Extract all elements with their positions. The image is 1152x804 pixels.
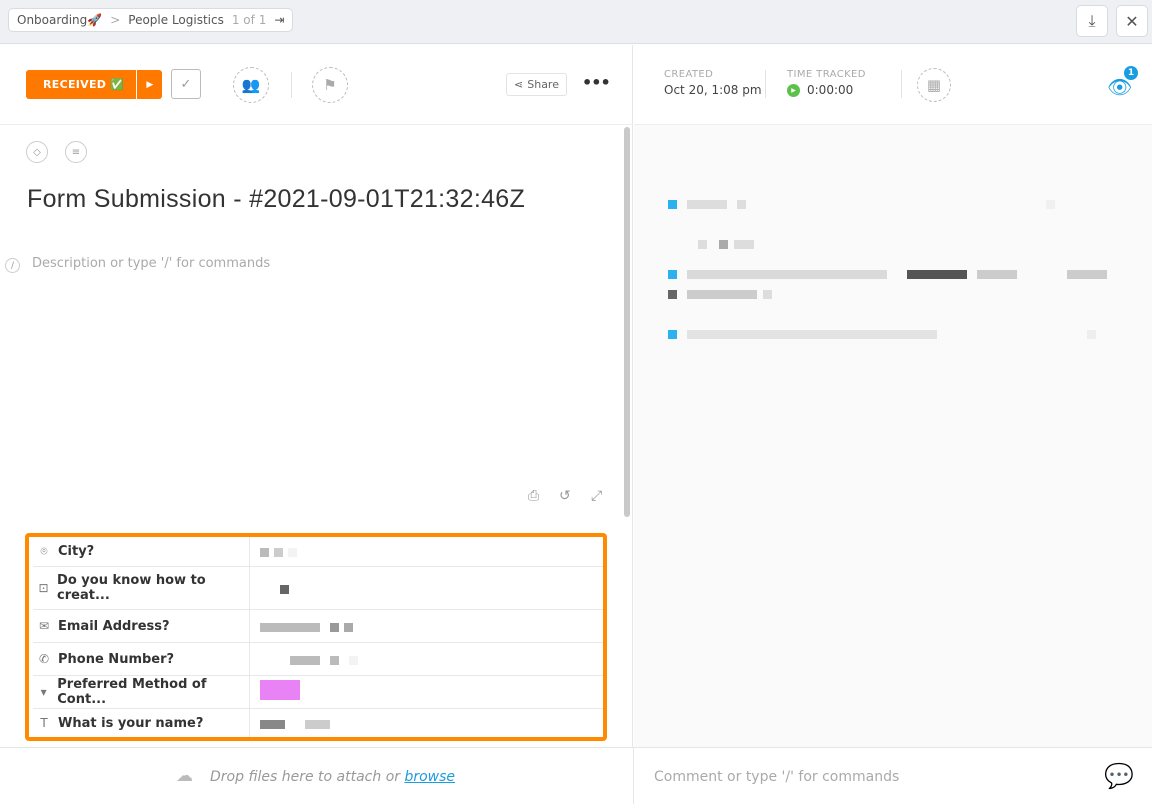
field-label: Preferred Method of Cont... <box>57 677 207 707</box>
breadcrumb: Onboarding🚀 > People Logistics 1 of 1 ⇥ <box>8 8 294 32</box>
custom-fields-table: ⌾ City? ⊡ Do you know how to creat... ✉ Ema… <box>25 533 607 741</box>
comment-bubble-icon[interactable]: 💬 <box>1104 762 1134 790</box>
share-icon: ⋖ <box>514 78 524 91</box>
share-button[interactable]: ⋖ Share <box>506 73 567 96</box>
top-bar: Onboarding🚀 > People Logistics 1 of 1 ⇥ … <box>0 0 1152 44</box>
download-arrow-icon: ⤓ <box>1088 11 1096 30</box>
minimize-button[interactable]: ⤓ <box>1076 5 1108 37</box>
created-value: Oct 20, 1:08 pm <box>664 83 762 97</box>
activity-item <box>668 330 1096 339</box>
field-label: City? <box>58 544 95 559</box>
next-status-button[interactable]: ▶ <box>136 70 163 99</box>
print-icon[interactable]: ⎙ <box>528 488 539 504</box>
field-row[interactable]: T What is your name? <box>33 709 603 737</box>
slash-command-icon: / <box>5 258 20 273</box>
field-label: Do you know how to creat... <box>57 573 206 603</box>
comment-input[interactable]: Comment or type '/' for commands <box>654 769 899 785</box>
text-area-icon: ⊡ <box>38 581 49 595</box>
subtasks-icon[interactable]: ≡ <box>65 141 87 163</box>
breadcrumb-list[interactable]: People Logistics <box>128 13 224 27</box>
attachment-dropzone[interactable]: Drop files here to attach or browse <box>210 769 455 785</box>
divider <box>633 748 634 804</box>
upload-cloud-icon: ☁ <box>176 766 193 786</box>
tag-icon[interactable]: ◇ <box>26 141 48 163</box>
activity-item <box>668 200 1055 209</box>
browse-link[interactable]: browse <box>404 769 455 785</box>
watchers-count: 1 <box>1124 66 1138 80</box>
field-row[interactable]: ⌾ City? <box>33 537 603 567</box>
activity-item <box>668 290 772 299</box>
phone-icon: ✆ <box>38 652 50 666</box>
location-icon: ⌾ <box>40 544 48 558</box>
task-header: RECEIVED ✅ ▶ ✓ 👥 ⚑ ⋖ Share ••• <box>0 45 633 125</box>
share-label: Share <box>527 78 559 91</box>
add-people-icon: 👥 <box>241 76 261 94</box>
dropdown-icon: ▾ <box>40 685 47 699</box>
task-main-panel: RECEIVED ✅ ▶ ✓ 👥 ⚑ ⋖ Share ••• ◇ ≡ Form S… <box>0 45 633 747</box>
created-label: CREATED <box>664 69 714 80</box>
meta-header: CREATED Oct 20, 1:08 pm TIME TRACKED ▶ 0:… <box>634 45 1152 125</box>
divider <box>901 70 902 98</box>
field-row[interactable]: ⊡ Do you know how to creat... <box>33 567 603 610</box>
divider <box>291 72 292 98</box>
status-button[interactable]: RECEIVED ✅ ▶ <box>26 70 163 99</box>
field-label: What is your name? <box>58 715 204 731</box>
description-input[interactable]: Description or type '/' for commands <box>32 256 270 271</box>
due-date-button[interactable]: ▦ <box>917 68 951 102</box>
task-counter: 1 of 1 <box>231 13 267 27</box>
expand-icon[interactable]: ⤢ <box>591 488 602 504</box>
activity-item <box>668 270 1107 279</box>
check-icon: ✓ <box>180 76 192 92</box>
breadcrumb-space[interactable]: Onboarding🚀 <box>17 13 102 27</box>
close-button[interactable]: ✕ <box>1116 5 1148 37</box>
history-icon[interactable]: ↺ <box>559 488 571 504</box>
field-row[interactable]: ▾ Preferred Method of Cont... <box>33 676 603 709</box>
flag-icon: ⚑ <box>323 76 337 94</box>
field-label: Phone Number? <box>58 651 175 667</box>
bottom-bar: ☁ Drop files here to attach or browse Co… <box>0 747 1152 804</box>
priority-button[interactable]: ⚑ <box>312 67 348 103</box>
status-label[interactable]: RECEIVED ✅ <box>26 70 137 99</box>
play-icon[interactable]: ▶ <box>787 83 800 97</box>
time-tracker[interactable]: ▶ 0:00:00 <box>787 83 853 97</box>
field-row[interactable]: ✆ Phone Number? <box>33 643 603 676</box>
time-tracked-label: TIME TRACKED <box>787 69 866 80</box>
field-row[interactable]: ✉ Email Address? <box>33 610 603 643</box>
complete-checkbox[interactable]: ✓ <box>171 69 201 99</box>
more-options-button[interactable]: ••• <box>582 73 611 92</box>
calendar-icon: ▦ <box>926 76 942 94</box>
task-title[interactable]: Form Submission - #2021-09-01T21:32:46Z <box>27 185 525 214</box>
divider <box>765 70 766 98</box>
open-new-icon[interactable]: ⇥ <box>274 13 284 27</box>
time-value: 0:00:00 <box>807 83 854 97</box>
activity-panel: CREATED Oct 20, 1:08 pm TIME TRACKED ▶ 0:… <box>634 45 1152 747</box>
field-label: Email Address? <box>58 618 170 634</box>
close-icon: ✕ <box>1125 11 1139 31</box>
breadcrumb-separator: > <box>110 13 121 27</box>
scrollbar[interactable] <box>624 127 630 517</box>
email-icon: ✉ <box>38 619 50 633</box>
activity-item <box>698 240 754 249</box>
drop-text: Drop files here to attach or <box>210 769 405 785</box>
assignee-button[interactable]: 👥 <box>233 67 269 103</box>
text-icon: T <box>40 716 48 730</box>
